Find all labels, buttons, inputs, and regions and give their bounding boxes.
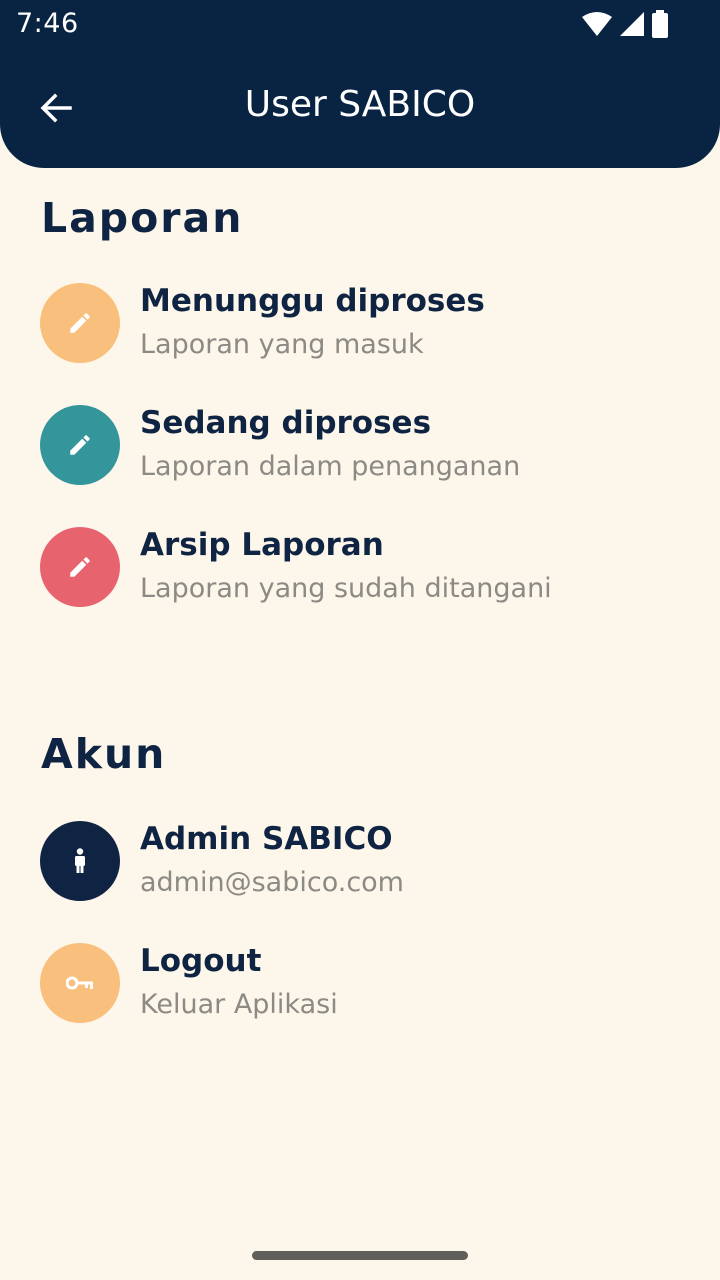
app-bar: 7:46 User SABICO	[0, 0, 720, 168]
avatar	[40, 405, 120, 485]
home-indicator[interactable]	[252, 1251, 468, 1260]
pencil-icon	[70, 557, 90, 577]
list-item-arsip-laporan[interactable]: Arsip Laporan Laporan yang sudah ditanga…	[40, 527, 680, 617]
pencil-icon	[70, 313, 90, 333]
section-title-laporan: Laporan	[41, 194, 244, 242]
list-item-menunggu-diproses[interactable]: Menunggu diproses Laporan yang masuk	[40, 283, 680, 373]
cellular-signal-icon	[620, 12, 644, 36]
wifi-icon	[582, 12, 612, 36]
status-icons	[582, 10, 668, 38]
avatar	[40, 943, 120, 1023]
item-subtitle: Keluar Aplikasi	[140, 989, 338, 1020]
item-title: Admin SABICO	[140, 821, 393, 857]
avatar	[40, 283, 120, 363]
status-time: 7:46	[16, 8, 79, 39]
list-item-sedang-diproses[interactable]: Sedang diproses Laporan dalam penanganan	[40, 405, 680, 495]
item-title: Arsip Laporan	[140, 527, 384, 563]
item-title: Sedang diproses	[140, 405, 432, 441]
person-icon	[75, 848, 85, 873]
item-subtitle: Laporan yang masuk	[140, 329, 424, 360]
avatar	[40, 527, 120, 607]
section-title-akun: Akun	[41, 730, 167, 778]
key-icon	[66, 976, 93, 990]
battery-icon	[652, 10, 668, 38]
avatar	[40, 821, 120, 901]
pencil-icon	[70, 435, 90, 455]
item-title: Menunggu diproses	[140, 283, 485, 319]
list-item-admin-account[interactable]: Admin SABICO admin@sabico.com	[40, 821, 680, 911]
page-title: User SABICO	[244, 84, 476, 125]
item-subtitle: Laporan yang sudah ditangani	[140, 573, 552, 604]
item-subtitle: admin@sabico.com	[140, 867, 404, 898]
item-subtitle: Laporan dalam penanganan	[140, 451, 521, 482]
list-item-logout[interactable]: Logout Keluar Aplikasi	[40, 943, 680, 1033]
item-title: Logout	[140, 943, 262, 979]
